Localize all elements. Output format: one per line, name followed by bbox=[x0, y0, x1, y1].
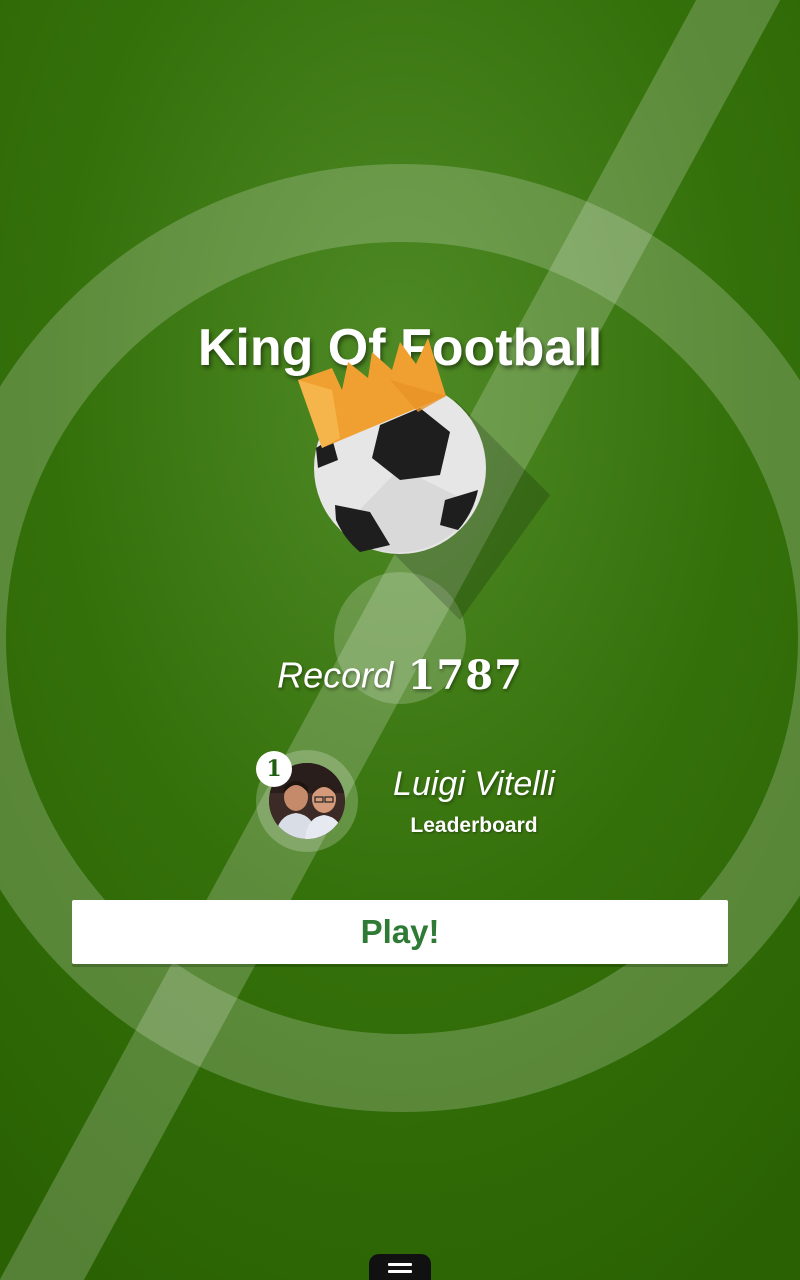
soccer-field-background bbox=[0, 0, 800, 1280]
rank-badge: 1 bbox=[256, 751, 292, 787]
leaderboard-player-name: Luigi Vitelli bbox=[393, 765, 555, 803]
record-label: Record bbox=[277, 654, 394, 696]
record-display: Record 1787 bbox=[0, 652, 800, 699]
leaderboard-link[interactable]: Leaderboard bbox=[374, 814, 574, 838]
play-button[interactable]: Play! bbox=[72, 900, 728, 964]
menu-handle-icon bbox=[388, 1263, 412, 1273]
record-value: 1787 bbox=[407, 652, 523, 699]
menu-handle[interactable] bbox=[369, 1254, 431, 1280]
crowned-football-icon bbox=[298, 338, 550, 620]
